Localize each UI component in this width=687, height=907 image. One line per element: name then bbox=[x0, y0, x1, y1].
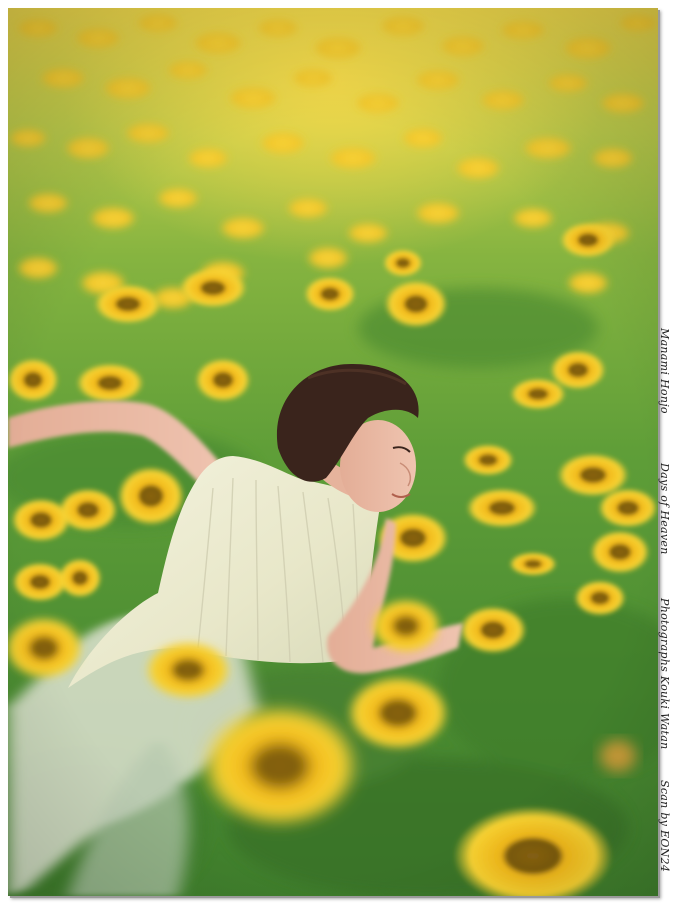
photo bbox=[8, 8, 658, 896]
page: Manami Honjo Days of Heaven Photographs … bbox=[0, 0, 687, 907]
caption-scan: Scan by EON24 bbox=[658, 780, 671, 873]
caption-photographer: Photographs Kouki Watan bbox=[658, 598, 671, 750]
caption-title: Days of Heaven bbox=[658, 463, 671, 555]
side-caption: Manami Honjo Days of Heaven Photographs … bbox=[658, 8, 682, 896]
caption-model: Manami Honjo bbox=[658, 328, 671, 414]
sunflower-field-scene bbox=[8, 13, 658, 896]
far-sunflowers bbox=[8, 13, 658, 310]
